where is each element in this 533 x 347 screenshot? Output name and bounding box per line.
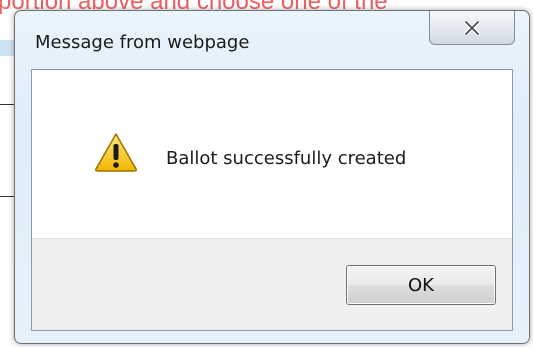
screen: portion above and choose one of the Mess… xyxy=(0,0,533,347)
ok-button[interactable]: OK xyxy=(346,265,496,305)
close-icon xyxy=(464,20,480,35)
dialog-body: Ballot successfully created OK xyxy=(31,69,513,331)
dialog-titlebar[interactable]: Message from webpage xyxy=(15,11,529,69)
close-button[interactable] xyxy=(429,11,515,45)
message-dialog: Message from webpage Ballot successfully… xyxy=(14,10,530,344)
dialog-title: Message from webpage xyxy=(35,32,250,53)
message-area: Ballot successfully created xyxy=(32,70,512,238)
button-bar: OK xyxy=(32,238,512,330)
message-text: Ballot successfully created xyxy=(166,148,407,169)
warning-icon xyxy=(94,132,138,172)
